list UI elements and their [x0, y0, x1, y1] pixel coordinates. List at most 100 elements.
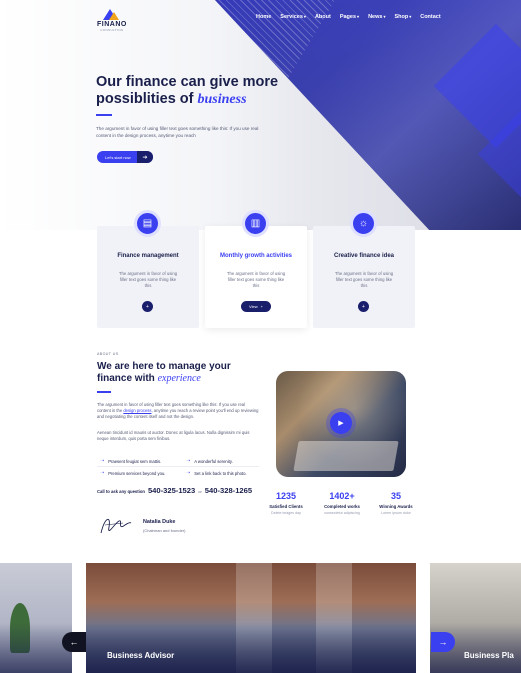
stat-subtext: Lorem ipsum dolor: [381, 511, 411, 515]
nav-item-label: Pages: [339, 14, 357, 20]
service-description: The argument in favor of using filler te…: [226, 271, 286, 289]
plus-icon: +: [260, 304, 263, 309]
idea-head-icon: ☼: [350, 210, 377, 237]
arrow-left-icon: ←: [69, 637, 79, 647]
nav-item-news[interactable]: News▾: [368, 14, 385, 20]
about-title-line1: We are here to manage your: [97, 361, 231, 372]
video-table: [293, 441, 399, 471]
slide-shade: [86, 623, 416, 673]
hero-title-line2: possiblities of: [96, 91, 198, 107]
feature-label: Premium services beyond you.: [108, 470, 166, 476]
play-icon: ▶: [338, 420, 344, 427]
service-title: Finance management: [117, 253, 179, 259]
about-paragraph: The argument in favor of using filler te…: [97, 402, 259, 421]
nav-item-label: Home: [256, 14, 272, 20]
stat-label: Completed works: [324, 504, 360, 509]
about-title-accent: experience: [157, 373, 201, 384]
arrow-right-icon: →: [438, 637, 448, 647]
phone-link[interactable]: 540-325-1523: [148, 486, 195, 495]
stat-subtext: consectetur adipiscing: [324, 511, 360, 515]
about-tag: ABOUT US: [97, 352, 119, 356]
slide-title: Business Advisor: [107, 651, 175, 660]
signature-image: [100, 518, 132, 534]
brand-logo[interactable]: FINANO CONSULTING: [97, 9, 127, 32]
service-view-button[interactable]: View +: [241, 301, 271, 312]
design-process-link[interactable]: design process: [123, 408, 151, 413]
nav-item-label: Services: [280, 14, 303, 20]
nav-item-label: About: [314, 14, 331, 20]
call-line: Call to ask any question 540-325-1523 or…: [97, 486, 252, 495]
slider-prev-button[interactable]: ←: [62, 632, 86, 652]
chevron-down-icon: ▾: [357, 14, 360, 19]
service-card-creative-idea[interactable]: ☼ Creative finance idea The argument in …: [313, 210, 415, 328]
arrow-right-icon: ➝: [100, 458, 105, 464]
nav-item-services[interactable]: Services▾: [280, 14, 306, 20]
service-card-monthly-growth[interactable]: ▥ Monthly growth activities The argument…: [205, 210, 307, 328]
arrow-right-icon: ➝: [186, 470, 191, 476]
nav-item-shop[interactable]: Shop▾: [394, 14, 411, 20]
stat-completed-works: 1402+ Completed works consectetur adipis…: [317, 491, 367, 515]
nav-item-label: News: [368, 14, 383, 20]
hero-divider: [96, 114, 112, 116]
hero-title-line1: Our finance can give more: [96, 74, 279, 90]
chevron-down-icon: ▾: [409, 14, 412, 19]
nav-item-label: Shop: [394, 14, 409, 20]
start-now-button[interactable]: Let's start now ➔: [97, 151, 153, 163]
hero-title-accent: business: [197, 92, 247, 107]
call-label: Call to ask any question: [97, 489, 145, 494]
slider-card-left[interactable]: [0, 563, 72, 673]
stat-winning-awards: 35 Winning Awards Lorem ipsum dolor: [371, 491, 421, 515]
nav-item-pages[interactable]: Pages▾: [340, 14, 359, 20]
service-more-button[interactable]: +: [358, 301, 369, 312]
about-title: We are here to manage your finance with …: [97, 361, 267, 385]
stat-subtext: Delete images day: [271, 511, 301, 515]
plus-icon: +: [362, 303, 365, 310]
brand-name: FINANO: [97, 21, 127, 28]
service-card-finance-management[interactable]: ▤ Finance management The argument in fav…: [97, 210, 199, 328]
about-divider: [97, 391, 111, 393]
stat-number: 35: [390, 491, 401, 501]
main-nav: Home Services▾ About Pages▾ News▾ Shop▾ …: [256, 14, 441, 20]
feature-divider: [97, 466, 259, 467]
service-title: Monthly growth activities: [219, 253, 292, 259]
stat-label: Satisfied Clients: [269, 504, 303, 509]
phone-link[interactable]: 540-328-1265: [205, 486, 252, 495]
finance-chart-icon: ▤: [134, 210, 161, 237]
slide-shade: [0, 623, 72, 673]
signer-role: (Chairman and founder): [143, 528, 186, 533]
service-more-button[interactable]: +: [142, 301, 153, 312]
stat-label: Winning Awards: [379, 504, 413, 509]
growth-report-icon: ▥: [242, 210, 269, 237]
feature-item: ➝ A wonderful serenity.: [186, 458, 233, 464]
slide-title: Business Pla: [464, 651, 514, 660]
stat-satisfied-clients: 1235 Satisfied Clients Delete images day: [261, 491, 311, 515]
nav-item-contact[interactable]: Contact: [420, 14, 440, 20]
nav-item-home[interactable]: Home: [256, 14, 271, 20]
feature-label: A wonderful serenity.: [194, 458, 233, 464]
stat-number: 1402+: [329, 491, 355, 501]
stat-number: 1235: [275, 491, 297, 501]
plus-icon: +: [146, 303, 149, 310]
feature-item: ➝ Set a link back to this photo.: [186, 470, 247, 476]
nav-item-about[interactable]: About: [315, 14, 331, 20]
service-description: The argument in favor of using filler te…: [118, 271, 178, 289]
view-label: View: [249, 304, 258, 309]
about-paragraph-2: Aenean tincidunt id mauris ut auctor. Do…: [97, 430, 250, 442]
play-button[interactable]: ▶: [330, 412, 352, 434]
feature-item: ➝ Premium services beyond you.: [100, 470, 165, 476]
feature-item: ➝ Praesent feugiat sem mattis.: [100, 458, 161, 464]
service-title: Creative finance idea: [333, 253, 395, 259]
slider-card-business-plan[interactable]: Business Pla: [430, 563, 521, 673]
slider-next-button[interactable]: →: [431, 632, 455, 652]
brand-tagline: CONSULTING: [100, 28, 124, 32]
chevron-down-icon: ▾: [383, 14, 386, 19]
nav-item-label: Contact: [420, 14, 441, 20]
arrow-icon: ➔: [137, 151, 153, 163]
slider-card-business-advisor[interactable]: Business Advisor: [86, 563, 416, 673]
hero-title: Our finance can give more possiblities o…: [96, 74, 286, 108]
logo-mark-icon: [102, 9, 121, 20]
call-or: or: [198, 489, 202, 494]
about-title-line2: finance with: [97, 373, 158, 384]
chevron-down-icon: ▾: [303, 14, 306, 19]
feature-label: Set a link back to this photo.: [194, 470, 247, 476]
